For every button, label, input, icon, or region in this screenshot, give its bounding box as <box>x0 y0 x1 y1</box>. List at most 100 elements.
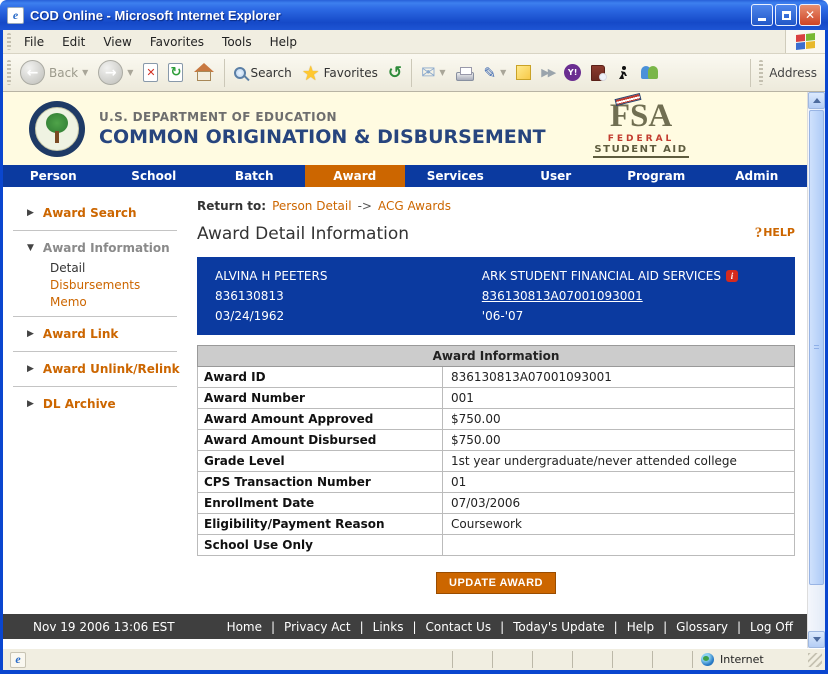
footer-link-help[interactable]: Help <box>627 620 654 634</box>
media-button[interactable]: ▶▶ <box>536 57 559 89</box>
title-bar[interactable]: e COD Online - Microsoft Internet Explor… <box>0 0 828 30</box>
tab-batch[interactable]: Batch <box>204 165 305 187</box>
menu-file[interactable]: File <box>15 32 53 52</box>
windows-flag-icon <box>796 33 815 50</box>
msn-messenger-button[interactable] <box>636 57 663 89</box>
research-button[interactable] <box>586 57 610 89</box>
edit-icon: ✎ <box>484 64 497 82</box>
messenger-yahoo-button[interactable]: Y! <box>559 57 586 89</box>
mail-dropdown-icon[interactable]: ▼ <box>439 68 445 77</box>
footer-link-privacy-act[interactable]: Privacy Act <box>284 620 351 634</box>
footer-separator: | <box>412 620 416 634</box>
stop-icon: ✕ <box>143 63 158 82</box>
menu-favorites[interactable]: Favorites <box>141 32 213 52</box>
award-information-table: Award Information Award ID836130813A0700… <box>197 345 795 556</box>
aim-button[interactable] <box>610 57 636 89</box>
sidebar-subitem-detail[interactable]: Detail <box>50 260 189 277</box>
info-icon[interactable]: i <box>726 270 738 282</box>
window-title: COD Online - Microsoft Internet Explorer <box>30 8 281 23</box>
menu-view[interactable]: View <box>94 32 140 52</box>
refresh-icon: ↻ <box>168 63 183 82</box>
scroll-up-button[interactable] <box>808 92 825 109</box>
sidebar-subitem-disbursements[interactable]: Disbursements <box>50 277 189 294</box>
footer-link-log-off[interactable]: Log Off <box>750 620 793 634</box>
breadcrumb-separator: -> <box>358 199 372 213</box>
close-button[interactable]: ✕ <box>799 4 821 26</box>
window-bottom-border <box>0 670 828 674</box>
menu-help[interactable]: Help <box>261 32 306 52</box>
footer-link-glossary[interactable]: Glossary <box>676 620 728 634</box>
favorites-button[interactable]: ★ Favorites <box>297 57 383 89</box>
mail-button[interactable]: ✉ ▼ <box>416 57 450 89</box>
maximize-button[interactable] <box>775 4 797 26</box>
ie-status-icon: e <box>10 652 26 668</box>
refresh-button[interactable]: ↻ <box>163 57 188 89</box>
search-icon <box>234 67 246 79</box>
department-name: U.S. DEPARTMENT OF EDUCATION <box>99 110 546 124</box>
tab-program[interactable]: Program <box>606 165 707 187</box>
back-button[interactable]: ← Back ▼ <box>15 57 93 89</box>
address-bar-grip[interactable] <box>759 60 763 86</box>
resize-grip[interactable] <box>808 653 822 667</box>
status-pane <box>452 651 492 668</box>
edit-dropdown-icon[interactable]: ▼ <box>500 68 506 77</box>
breadcrumb-link-person-detail[interactable]: Person Detail <box>272 199 352 213</box>
edit-button[interactable]: ✎ ▼ <box>479 57 512 89</box>
status-pane <box>532 651 572 668</box>
tab-award[interactable]: Award <box>305 165 406 187</box>
help-link[interactable]: ? HELP <box>755 226 795 241</box>
menu-edit[interactable]: Edit <box>53 32 94 52</box>
main-content: Return to: Person Detail -> ACG Awards A… <box>189 187 807 614</box>
discuss-button[interactable] <box>511 57 536 89</box>
stop-button[interactable]: ✕ <box>138 57 163 89</box>
forward-dropdown-icon[interactable]: ▼ <box>127 68 133 77</box>
footer-link-todays-update[interactable]: Today's Update <box>513 620 605 634</box>
scrollbar-thumb[interactable] <box>809 110 824 585</box>
table-row: Enrollment Date07/03/2006 <box>198 493 795 514</box>
vertical-scrollbar[interactable] <box>807 92 825 648</box>
footer-link-contact-us[interactable]: Contact Us <box>426 620 492 634</box>
sidebar-item-award-search[interactable]: ▶ Award Search <box>3 201 189 225</box>
tab-admin[interactable]: Admin <box>707 165 808 187</box>
sidebar-item-award-unlink-relink[interactable]: ▶ Award Unlink/Relink <box>3 357 189 381</box>
tab-user[interactable]: User <box>506 165 607 187</box>
minimize-button[interactable] <box>751 4 773 26</box>
internet-zone-globe-icon <box>701 653 714 666</box>
page-footer: Nov 19 2006 13:06 EST Home | Privacy Act… <box>3 614 807 639</box>
toolbar-separator <box>411 59 412 87</box>
toolbar-grip[interactable] <box>7 33 11 49</box>
scrollbar-track[interactable] <box>808 109 825 631</box>
scroll-down-button[interactable] <box>808 631 825 648</box>
back-dropdown-icon[interactable]: ▼ <box>82 68 88 77</box>
menu-tools[interactable]: Tools <box>213 32 261 52</box>
sidebar-item-dl-archive[interactable]: ▶ DL Archive <box>3 392 189 416</box>
tab-services[interactable]: Services <box>405 165 506 187</box>
award-id-link[interactable]: 836130813A07001093001 <box>482 286 795 306</box>
home-button[interactable] <box>188 57 220 89</box>
history-button[interactable]: ↺ <box>383 57 407 89</box>
sidebar-item-award-information[interactable]: ▼ Award Information <box>3 236 189 260</box>
triangle-right-icon: ▶ <box>27 364 34 374</box>
toolbar-grip[interactable] <box>7 60 11 86</box>
sidebar-subitem-memo[interactable]: Memo <box>50 294 189 311</box>
media-icon: ▶▶ <box>541 66 554 79</box>
chevron-down-icon <box>813 637 821 642</box>
tab-person[interactable]: Person <box>3 165 104 187</box>
sidebar-divider <box>13 351 177 352</box>
tab-school[interactable]: School <box>104 165 205 187</box>
main-nav: Person School Batch Award Services User … <box>3 165 807 187</box>
forward-button[interactable]: → ▼ <box>93 57 138 89</box>
sidebar: ▶ Award Search ▼ Award Information Detai… <box>3 187 189 614</box>
footer-link-home[interactable]: Home <box>227 620 262 634</box>
table-row: CPS Transaction Number01 <box>198 472 795 493</box>
sidebar-item-award-link[interactable]: ▶ Award Link <box>3 322 189 346</box>
status-pane <box>652 651 692 668</box>
update-award-button[interactable]: UPDATE AWARD <box>436 572 556 594</box>
search-button[interactable]: Search <box>229 57 296 89</box>
print-button[interactable] <box>451 57 479 89</box>
breadcrumb-link-acg-awards[interactable]: ACG Awards <box>378 199 451 213</box>
menu-bar: File Edit View Favorites Tools Help <box>3 30 825 54</box>
footer-link-links[interactable]: Links <box>373 620 404 634</box>
application-name: COMMON ORIGINATION & DISBURSEMENT <box>99 126 546 148</box>
footer-timestamp: Nov 19 2006 13:06 EST <box>33 620 175 634</box>
